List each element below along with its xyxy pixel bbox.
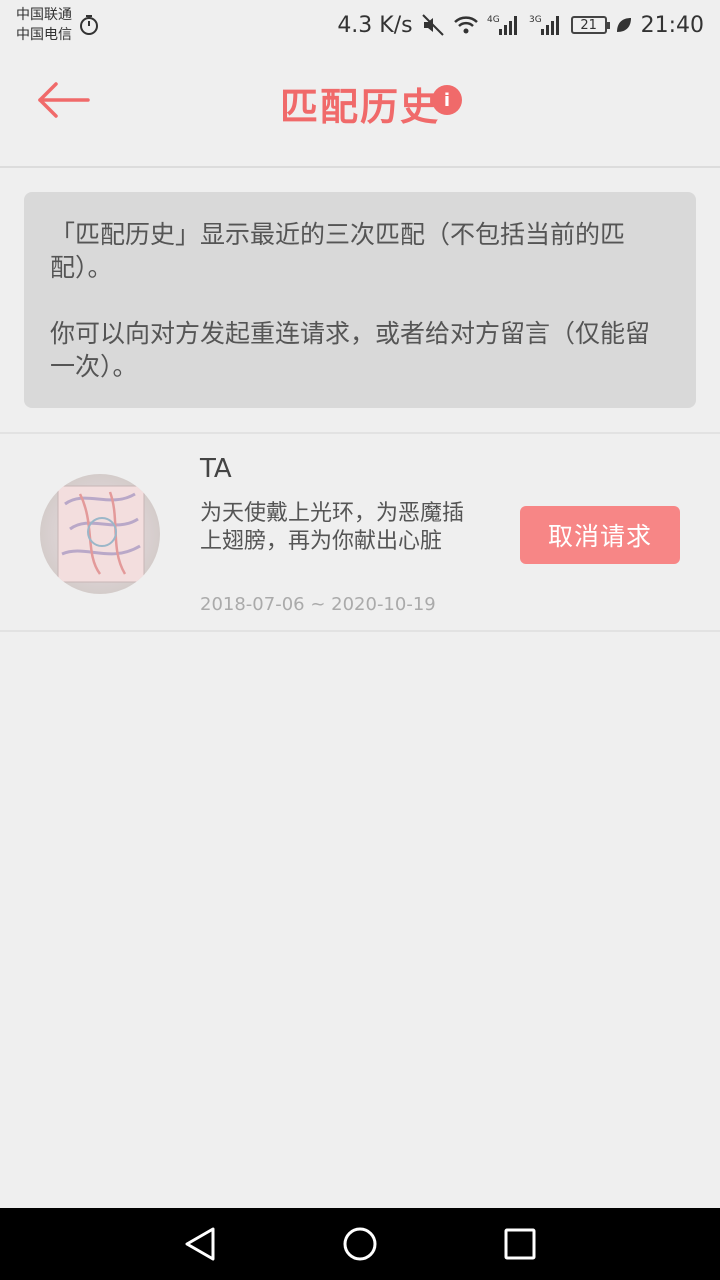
carrier-2: 中国电信 xyxy=(16,27,72,43)
system-nav-bar xyxy=(0,1208,720,1280)
triangle-back-icon xyxy=(185,1227,215,1261)
avatar[interactable] xyxy=(40,474,160,594)
avatar-image xyxy=(57,485,145,583)
nav-home-button[interactable] xyxy=(330,1214,390,1274)
status-left: 中国联通 中国电信 xyxy=(16,5,100,45)
info-glyph: i xyxy=(443,89,451,111)
status-right: 4.3 K/s 4G 3G 21 21:40 xyxy=(337,13,704,38)
match-bio: 为天使戴上光环，为恶魔插上翅膀，再为你献出心脏 xyxy=(200,501,465,554)
notice-line-2: 你可以向对方发起重连请求，或者给对方留言（仅能留一次）。 xyxy=(50,319,651,381)
carrier-labels: 中国联通 中国电信 xyxy=(16,5,72,45)
nav-back-button[interactable] xyxy=(170,1214,230,1274)
net-4g-label: 4G xyxy=(487,15,500,25)
leaf-icon xyxy=(615,16,633,34)
match-date-range: 2018-07-06 ~ 2020-10-19 xyxy=(200,594,436,615)
net-3g-label: 3G xyxy=(529,15,542,25)
status-bar: 中国联通 中国电信 4.3 K/s 4G 3G 21 21:40 xyxy=(0,0,720,50)
cancel-request-button[interactable]: 取消请求 xyxy=(520,506,680,564)
app-header: 匹配历史 i xyxy=(0,50,720,168)
nav-recent-button[interactable] xyxy=(490,1214,550,1274)
battery-level: 21 xyxy=(580,17,597,33)
wifi-icon xyxy=(453,14,479,36)
page-title: 匹配历史 xyxy=(279,85,440,129)
signal-3g-icon: 3G xyxy=(529,13,563,37)
info-icon[interactable]: i xyxy=(432,85,462,115)
notice-line-1: 「匹配历史」显示最近的三次匹配（不包括当前的匹配）。 xyxy=(50,220,626,282)
carrier-1: 中国联通 xyxy=(16,7,72,23)
list-item[interactable]: TA 为天使戴上光环，为恶魔插上翅膀，再为你献出心脏 2018-07-06 ~ … xyxy=(0,432,720,632)
signal-4g-icon: 4G xyxy=(487,13,521,37)
clock: 21:40 xyxy=(640,12,704,38)
square-recent-icon xyxy=(504,1228,536,1260)
battery-icon: 21 xyxy=(570,16,610,34)
network-speed: 4.3 K/s xyxy=(337,12,413,38)
circle-home-icon xyxy=(343,1227,377,1261)
stopwatch-icon xyxy=(78,14,100,36)
match-name: TA xyxy=(200,454,232,484)
history-notice: 「匹配历史」显示最近的三次匹配（不包括当前的匹配）。 你可以向对方发起重连请求，… xyxy=(24,192,696,408)
mute-icon xyxy=(421,13,445,37)
